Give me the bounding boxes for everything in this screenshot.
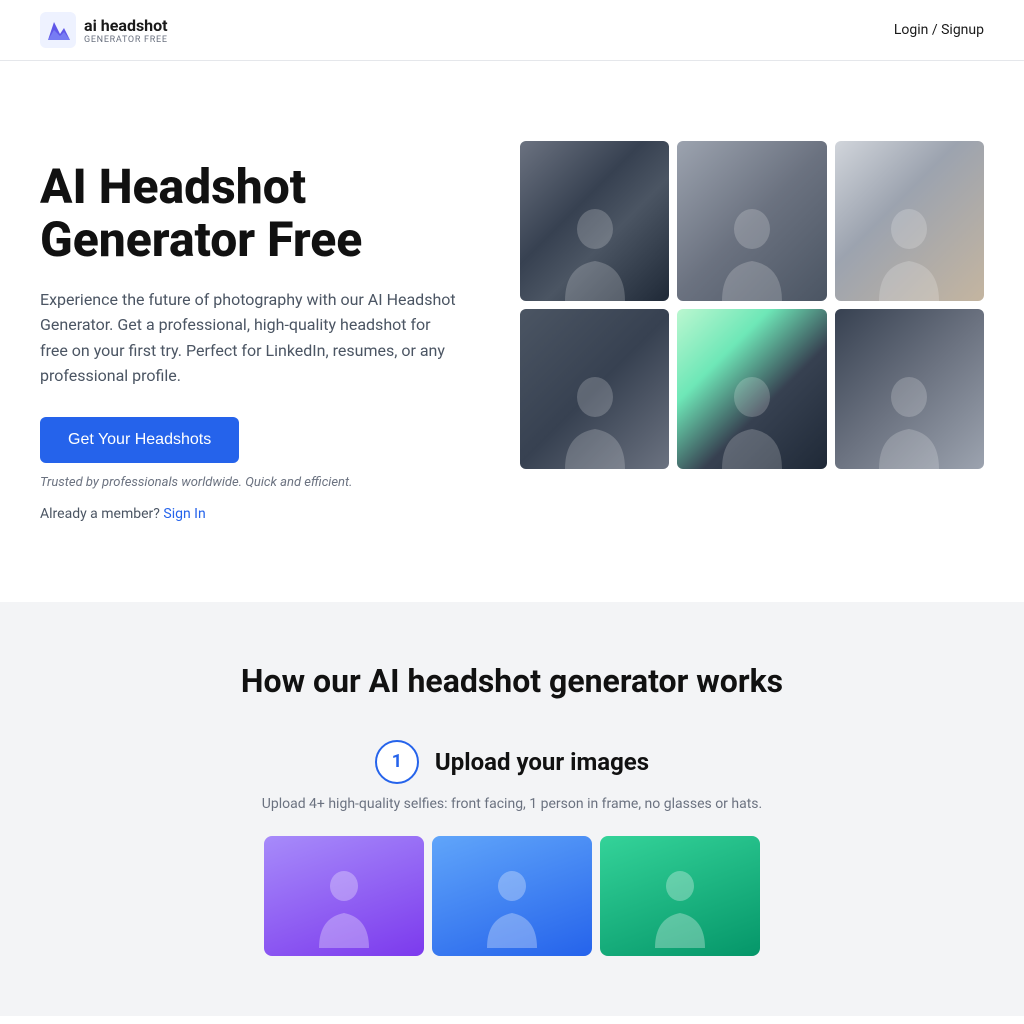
how-title: How our AI headshot generator works [40, 662, 984, 700]
login-signup-link[interactable]: Login / Signup [894, 22, 984, 38]
step-1: 1 Upload your images Upload 4+ high-qual… [40, 740, 984, 956]
how-it-works-section: How our AI headshot generator works 1 Up… [0, 602, 1024, 1016]
headshot-6 [835, 309, 984, 469]
step-1-number: 1 [375, 740, 419, 784]
headshot-2 [677, 141, 826, 301]
step-1-header: 1 Upload your images [375, 740, 649, 784]
logo: ai headshot GENERATOR FREE [40, 12, 168, 48]
get-headshots-button[interactable]: Get Your Headshots [40, 417, 239, 463]
step-1-images [264, 836, 760, 956]
step-1-desc: Upload 4+ high-quality selfies: front fa… [262, 796, 762, 812]
step-image-3 [600, 836, 760, 956]
headshot-1 [520, 141, 669, 301]
step-image-2 [432, 836, 592, 956]
headshot-3 [835, 141, 984, 301]
step-1-label: Upload your images [435, 748, 649, 776]
headshot-4 [520, 309, 669, 469]
hero-section: AI Headshot Generator Free Experience th… [0, 61, 1024, 602]
sign-in-link[interactable]: Sign In [163, 506, 205, 522]
hero-content: AI Headshot Generator Free Experience th… [40, 141, 460, 522]
hero-description: Experience the future of photography wit… [40, 287, 460, 389]
step-image-1 [264, 836, 424, 956]
logo-icon [40, 12, 76, 48]
hero-title: AI Headshot Generator Free [40, 161, 460, 267]
headshot-5 [677, 309, 826, 469]
site-header: ai headshot GENERATOR FREE Login / Signu… [0, 0, 1024, 61]
already-member-text: Already a member? Sign In [40, 506, 460, 522]
logo-text: ai headshot GENERATOR FREE [84, 16, 168, 45]
headshot-grid [520, 141, 984, 469]
trusted-text: Trusted by professionals worldwide. Quic… [40, 475, 460, 490]
